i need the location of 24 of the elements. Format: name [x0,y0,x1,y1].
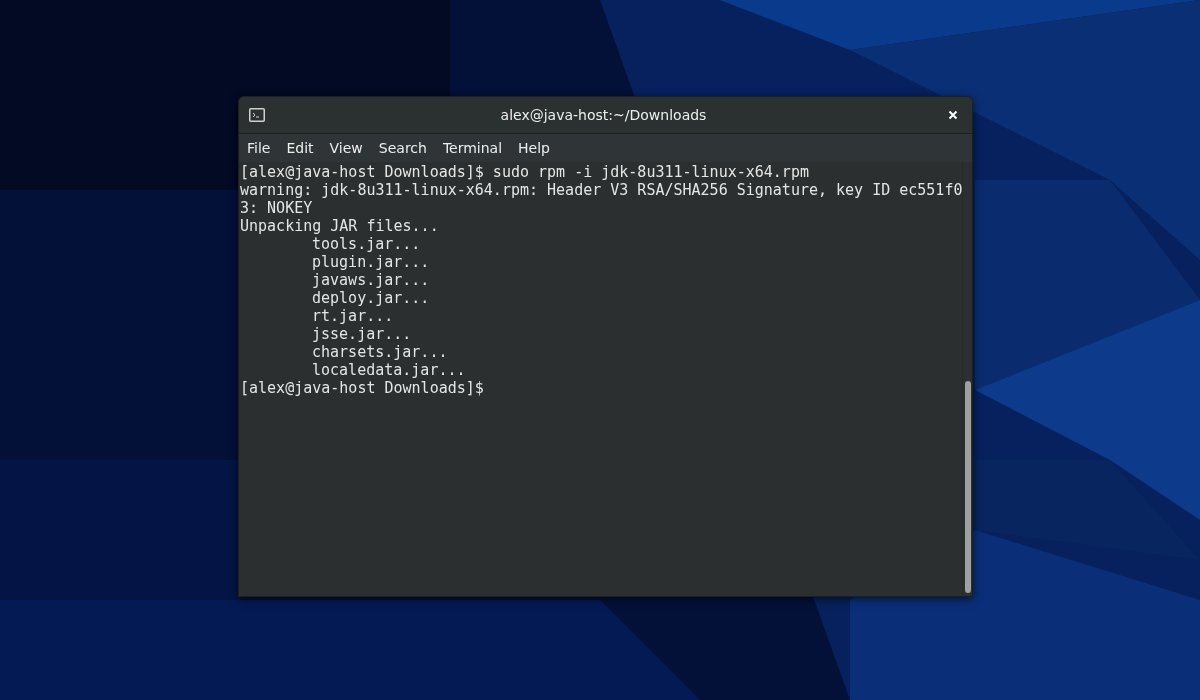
menu-item[interactable]: Terminal [434,134,511,162]
window-title: alex@java-host:~/Downloads [499,107,708,123]
terminal-line: charsets.jar... [312,343,448,361]
menu-item[interactable]: File [239,134,279,162]
terminal-line: 3: NOKEY [240,199,313,217]
terminal-line: javaws.jar... [312,271,430,289]
terminal-line: tools.jar... [312,235,421,253]
menu-item[interactable]: Edit [278,134,322,162]
scrollbar-thumb[interactable] [965,381,972,593]
terminal-line: warning: jdk-8u311-linux-x64.rpm: Header V3 RSA/SHA256 Signature, key ID ec551f0 [240,181,963,199]
terminal-icon [249,108,265,122]
scrollbar[interactable] [962,162,972,596]
terminal-line: rt.jar... [312,307,394,325]
menu-item[interactable]: Help [510,134,558,162]
close-icon [948,110,958,120]
terminal-line: plugin.jar... [312,253,430,271]
terminal-line: [alex@java-host Downloads]$ [240,379,484,397]
menu-item[interactable]: Search [370,134,435,162]
terminal-line: jsse.jar... [312,325,412,343]
terminal-line: localedata.jar... [312,361,466,379]
terminal-line: Unpacking JAR files... [240,217,439,235]
terminal-line: deploy.jar... [312,289,430,307]
terminal-line: [alex@java-host Downloads]$ sudo rpm -i jdk-8u311-linux-x64.rpm [240,163,809,181]
menu-item[interactable]: View [321,134,371,162]
